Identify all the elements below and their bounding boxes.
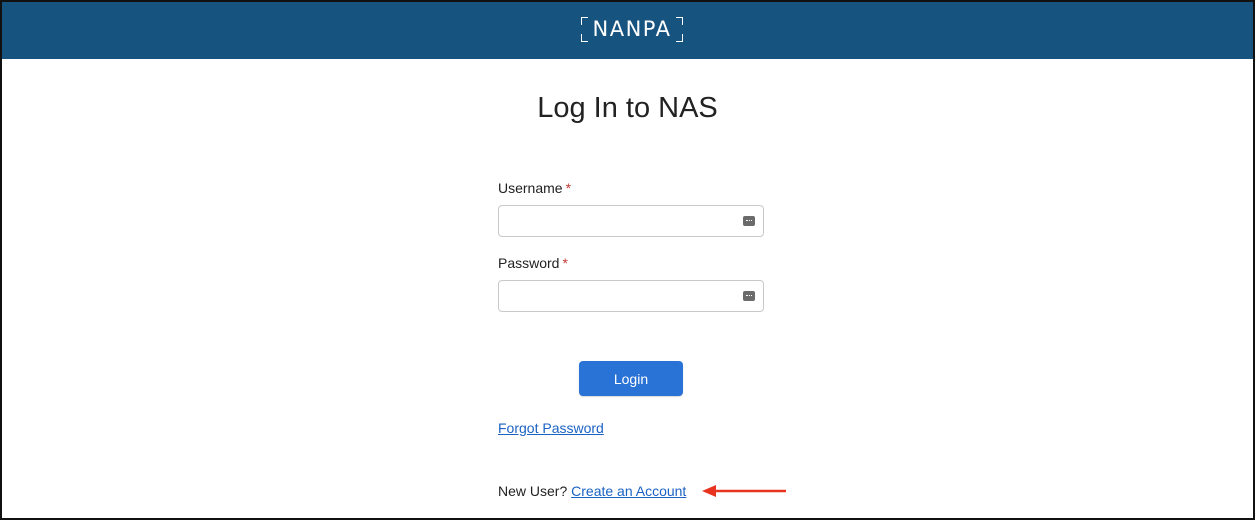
required-marker: * — [565, 180, 572, 196]
password-manager-key-icon[interactable] — [743, 291, 755, 301]
arrow-head — [702, 485, 716, 497]
logo-bracket-icon — [676, 34, 683, 42]
login-button[interactable]: Login — [579, 361, 683, 396]
username-label: Username * — [498, 180, 571, 196]
logo-bracket-icon — [676, 17, 683, 25]
top-header-bar: NANPA — [2, 2, 1253, 59]
new-user-prompt: New User? Create an Account — [498, 483, 686, 499]
arrow-left-icon — [702, 485, 786, 497]
logo-text: NANPA — [592, 17, 672, 41]
password-label-text: Password — [498, 255, 560, 271]
password-field[interactable] — [498, 280, 764, 312]
password-manager-key-icon[interactable] — [743, 216, 755, 226]
username-input[interactable] — [499, 206, 755, 236]
logo-bracket-icon — [581, 17, 588, 25]
password-label: Password * — [498, 255, 568, 271]
username-field[interactable] — [498, 205, 764, 237]
page-title: Log In to NAS — [537, 92, 718, 124]
required-marker: * — [562, 255, 568, 271]
create-account-link[interactable]: Create an Account — [571, 483, 686, 499]
forgot-password-link[interactable]: Forgot Password — [498, 420, 604, 436]
username-label-text: Username — [498, 180, 563, 196]
window-frame — [0, 0, 1255, 520]
nanpa-logo[interactable]: NANPA — [577, 12, 687, 46]
password-input[interactable] — [499, 281, 755, 311]
logo-bracket-icon — [581, 34, 588, 42]
new-user-text: New User? — [498, 483, 568, 499]
